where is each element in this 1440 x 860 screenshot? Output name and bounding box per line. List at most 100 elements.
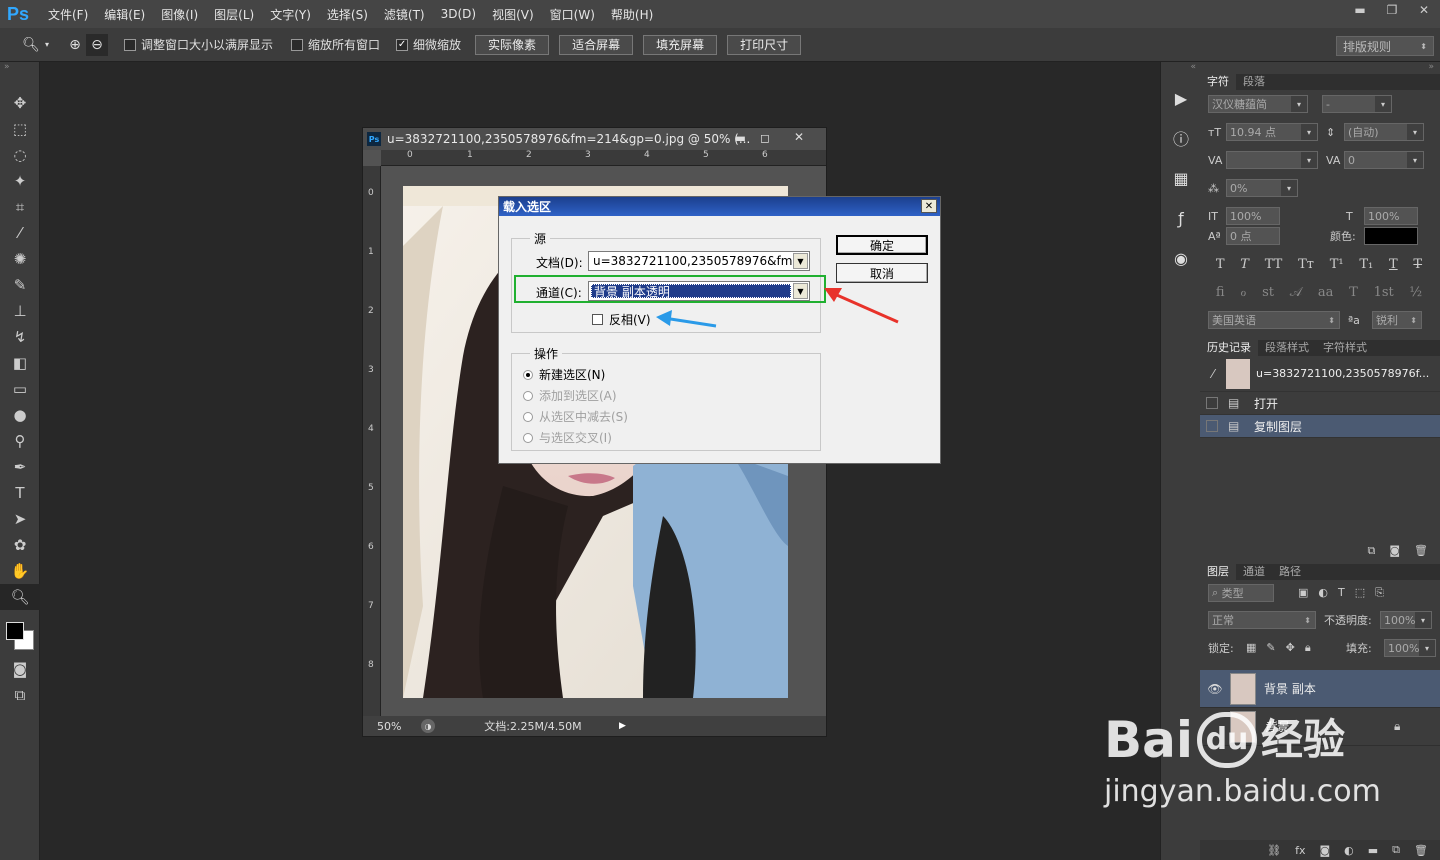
eraser-tool-icon[interactable]: ◧ <box>0 350 40 376</box>
zoom-tool-icon[interactable]: 🔍︎ <box>20 34 42 56</box>
menu-3d[interactable]: 3D(D) <box>433 7 484 21</box>
radio-new-selection[interactable]: 新建选区(N) <box>523 366 605 383</box>
font-size-field[interactable]: 10.94 点 ▾ <box>1226 123 1318 141</box>
horizontal-scale-field[interactable]: 100% <box>1364 207 1418 225</box>
menu-edit[interactable]: 编辑(E) <box>96 6 153 23</box>
superscript-icon[interactable]: T¹ <box>1330 257 1344 272</box>
grid-icon[interactable]: ▦ <box>1161 158 1201 198</box>
new-layer-icon[interactable]: ⧉ <box>1392 843 1400 857</box>
play-icon[interactable]: ▶ <box>619 721 626 731</box>
fraction-icon[interactable]: ½ <box>1410 285 1423 300</box>
document-title-bar[interactable]: Ps u=3832721100,2350578976&fm=214&gp=0.j… <box>363 128 826 150</box>
menu-view[interactable]: 视图(V) <box>484 6 542 23</box>
restore-icon[interactable]: ❐ <box>1376 0 1408 20</box>
info-icon[interactable]: ◑ <box>421 719 435 733</box>
tab-paragraph[interactable]: 段落 <box>1236 74 1272 90</box>
vertical-scale-field[interactable]: 100% <box>1226 207 1280 225</box>
kerning-field[interactable]: ▾ <box>1226 151 1318 169</box>
folder-icon[interactable]: ▬ <box>1368 844 1378 857</box>
close-icon[interactable]: ✕ <box>921 199 937 213</box>
zoom-all-checkbox[interactable]: 缩放所有窗口 <box>291 36 380 53</box>
new-document-icon[interactable]: ⧉ <box>1367 544 1375 558</box>
tab-channels[interactable]: 通道 <box>1236 564 1272 580</box>
gradient-tool-icon[interactable]: ▭ <box>0 376 40 402</box>
opacity-field[interactable]: 100% ▾ <box>1380 611 1432 629</box>
eyedropper-icon[interactable]: ⁄ <box>0 220 40 246</box>
tab-paths[interactable]: 路径 <box>1272 564 1308 580</box>
layer-filter-select[interactable]: ⌕ 类型 <box>1208 584 1274 602</box>
text-color-swatch[interactable] <box>1364 227 1418 245</box>
menu-window[interactable]: 窗口(W) <box>542 6 603 23</box>
shape-filter-icon[interactable]: ⬚ <box>1355 586 1365 600</box>
fill-screen-button[interactable]: 填充屏幕 <box>643 34 718 55</box>
resize-windows-checkbox[interactable]: 调整窗口大小以满屏显示 <box>124 36 273 53</box>
document-select[interactable]: u=3832721100,2350578976&fm... ▼ <box>588 251 810 271</box>
lasso-tool-icon[interactable]: ◌ <box>0 142 40 168</box>
smart-filter-icon[interactable]: ⎘ <box>1375 586 1384 600</box>
lock-transparent-icon[interactable]: ▦ <box>1246 641 1256 655</box>
radio-add-selection[interactable]: 添加到选区(A) <box>523 387 617 404</box>
shape-tool-icon[interactable]: ✿ <box>0 532 40 558</box>
blur-tool-icon[interactable]: ● <box>0 402 40 428</box>
underline-icon[interactable]: T <box>1389 257 1398 272</box>
lock-pixels-icon[interactable]: ✎ <box>1266 641 1275 655</box>
adjust-filter-icon[interactable]: ◐ <box>1318 586 1328 600</box>
menu-image[interactable]: 图像(I) <box>153 6 206 23</box>
close-icon[interactable]: ✕ <box>794 130 804 144</box>
mask-icon[interactable]: ◙ <box>1319 844 1330 857</box>
collapse-icon[interactable]: » <box>0 62 39 90</box>
stylistic-icon[interactable]: aa <box>1318 285 1334 300</box>
zoom-tool-icon[interactable]: 🔍︎ <box>0 584 40 610</box>
radio-subtract-selection[interactable]: 从选区中减去(S) <box>523 408 628 425</box>
strikethrough-icon[interactable]: T <box>1413 257 1422 272</box>
lock-position-icon[interactable]: ✥ <box>1286 641 1295 655</box>
menu-type[interactable]: 文字(Y) <box>262 6 319 23</box>
fx-icon[interactable]: fx <box>1295 844 1305 857</box>
menu-filter[interactable]: 滤镜(T) <box>376 6 433 23</box>
menu-layer[interactable]: 图层(L) <box>206 6 262 23</box>
ligature-icon[interactable]: ﬁ <box>1216 285 1225 300</box>
screen-mode-icon[interactable]: ⧉ <box>0 682 40 708</box>
tab-layers[interactable]: 图层 <box>1200 564 1236 580</box>
dropdown-arrow-icon[interactable]: ▼ <box>793 253 808 269</box>
play-icon[interactable]: ▶ <box>1161 78 1201 118</box>
actual-pixels-button[interactable]: 实际像素 <box>475 34 550 55</box>
brush-tool-icon[interactable]: ✎ <box>0 272 40 298</box>
path-select-icon[interactable]: ➤ <box>0 506 40 532</box>
discretionary-icon[interactable]: ℴ <box>1240 285 1246 300</box>
move-tool-icon[interactable]: ✥ <box>0 90 40 116</box>
fit-screen-button[interactable]: 适合屏幕 <box>559 34 634 55</box>
tsume-field[interactable]: 0% ▾ <box>1226 179 1298 197</box>
marquee-tool-icon[interactable]: ⬚ <box>0 116 40 142</box>
type-tool-icon[interactable]: T <box>0 480 40 506</box>
menu-help[interactable]: 帮助(H) <box>603 6 661 23</box>
dialog-title-bar[interactable]: 载入选区 ✕ <box>499 197 940 216</box>
font-family-select[interactable]: 汉仪糖蕴简 ▾ <box>1208 95 1308 113</box>
type-filter-icon[interactable]: T <box>1338 586 1345 600</box>
menu-file[interactable]: 文件(F) <box>40 6 96 23</box>
fill-field[interactable]: 100% ▾ <box>1384 639 1436 657</box>
tab-character-styles[interactable]: 字符样式 <box>1316 340 1374 356</box>
chevron-down-icon[interactable]: ▾ <box>42 34 52 56</box>
magic-wand-icon[interactable]: ✦ <box>0 168 40 194</box>
camera-icon[interactable]: ◙ <box>1389 544 1400 558</box>
eye-icon[interactable]: 👁︎ <box>1200 682 1230 696</box>
print-size-button[interactable]: 打印尺寸 <box>727 34 802 55</box>
titling-icon[interactable]: T <box>1349 285 1358 300</box>
scrubby-zoom-checkbox[interactable]: ✓ 细微缩放 <box>396 36 461 53</box>
healing-brush-icon[interactable]: ✺ <box>0 246 40 272</box>
crop-tool-icon[interactable]: ⌗ <box>0 194 40 220</box>
kuler-icon[interactable]: ◉ <box>1161 238 1201 278</box>
foreground-color-swatch[interactable] <box>6 622 24 640</box>
small-caps-icon[interactable]: Tт <box>1298 257 1314 272</box>
tab-history[interactable]: 历史记录 <box>1200 340 1258 356</box>
invert-checkbox[interactable]: 反相(V) <box>592 311 651 328</box>
info-icon[interactable]: ⓘ <box>1161 118 1201 158</box>
hand-tool-icon[interactable]: ✋ <box>0 558 40 584</box>
baseline-field[interactable]: 0 点 <box>1226 227 1280 245</box>
subscript-icon[interactable]: T₁ <box>1359 257 1373 272</box>
radio-intersect-selection[interactable]: 与选区交叉(I) <box>523 429 612 446</box>
stamp-tool-icon[interactable]: ⊥ <box>0 298 40 324</box>
history-item-duplicate-layer[interactable]: ▤ 复制图层 <box>1200 415 1440 438</box>
language-select[interactable]: 美国英语 ⬍ <box>1208 311 1340 329</box>
